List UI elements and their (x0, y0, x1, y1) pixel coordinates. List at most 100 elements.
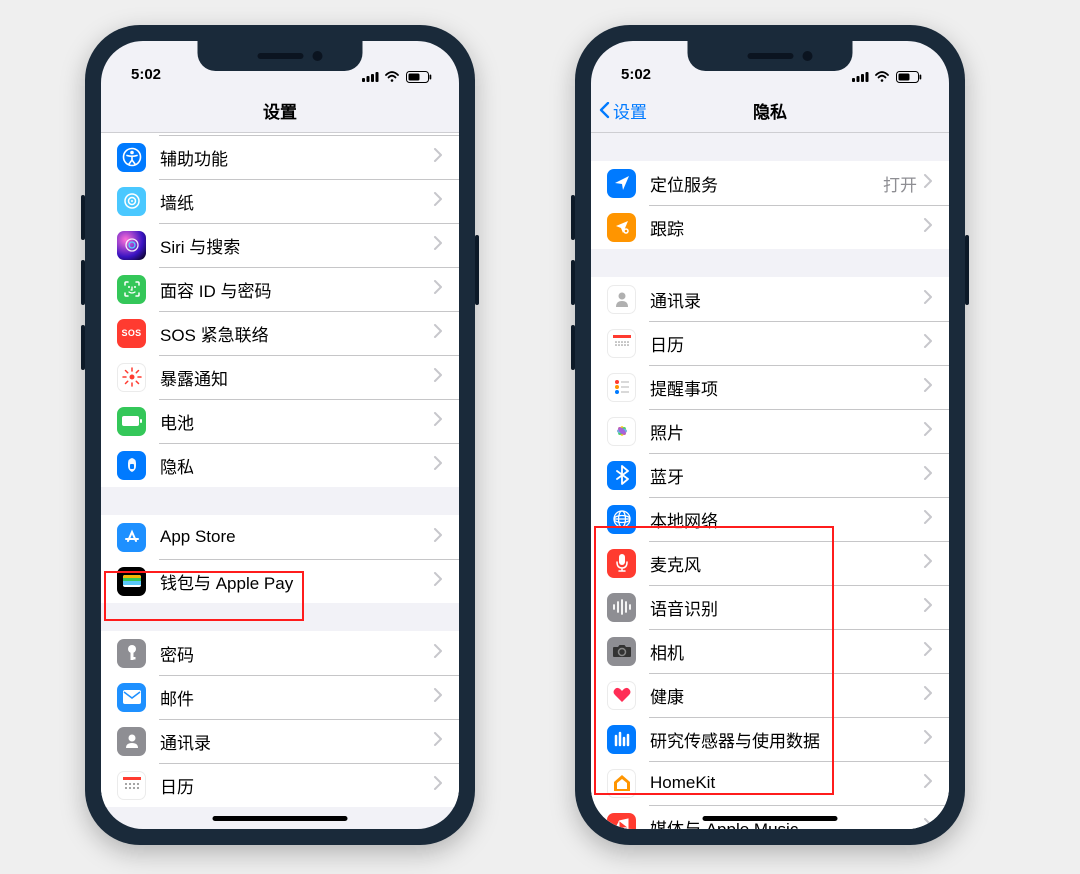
settings-row-bluetooth[interactable]: 蓝牙 (591, 453, 949, 497)
row-label: 定位服务 (650, 171, 883, 196)
appstore-icon (117, 523, 146, 552)
settings-row-homekit[interactable]: HomeKit (591, 761, 949, 805)
settings-row-battery[interactable]: 电池 (101, 399, 459, 443)
row-label: 麦克风 (650, 551, 923, 576)
wallet-icon (117, 567, 146, 596)
mic-icon (607, 549, 636, 578)
chevron-right-icon (923, 554, 933, 573)
chevron-right-icon (433, 236, 443, 255)
row-label: 日历 (160, 773, 433, 798)
siri-icon (117, 231, 146, 260)
battery-icon (406, 71, 433, 83)
settings-row-exposure[interactable]: 暴露通知 (101, 355, 459, 399)
chevron-right-icon (433, 324, 443, 343)
row-label: 蓝牙 (650, 463, 923, 488)
row-label: 电池 (160, 409, 433, 434)
media-icon (607, 813, 636, 830)
chevron-right-icon (923, 174, 933, 193)
settings-row-appstore[interactable]: App Store (101, 515, 459, 559)
chevron-left-icon (599, 102, 611, 119)
contacts2-icon (607, 285, 636, 314)
settings-row-photos[interactable]: 照片 (591, 409, 949, 453)
settings-row-reminders[interactable]: 提醒事项 (591, 365, 949, 409)
mail-icon (117, 683, 146, 712)
settings-row-contacts[interactable]: 通讯录 (101, 719, 459, 763)
chevron-right-icon (923, 730, 933, 749)
chevron-right-icon (923, 818, 933, 830)
settings-row-wallet[interactable]: 钱包与 Apple Pay (101, 559, 459, 603)
settings-row-siri[interactable]: Siri 与搜索 (101, 223, 459, 267)
page-title: 设置 (263, 98, 297, 123)
wifi-icon (875, 71, 891, 83)
settings-row-sos[interactable]: SOSSOS 紧急联络 (101, 311, 459, 355)
row-label: 面容 ID 与密码 (160, 277, 433, 302)
row-label: 密码 (160, 641, 433, 666)
settings-row-tracking[interactable]: 跟踪 (591, 205, 949, 249)
battery-icon (117, 407, 146, 436)
localnet-icon (607, 505, 636, 534)
contacts-icon (117, 727, 146, 756)
row-label: 语音识别 (650, 595, 923, 620)
battery-icon (896, 71, 923, 83)
research-icon (607, 725, 636, 754)
settings-row-camera[interactable]: 相机 (591, 629, 949, 673)
chevron-right-icon (433, 644, 443, 663)
phone-notch (198, 41, 363, 71)
privacy-icon (117, 451, 146, 480)
wallpaper-icon (117, 187, 146, 216)
settings-row-localnet[interactable]: 本地网络 (591, 497, 949, 541)
wifi-icon (385, 71, 401, 83)
reminders-icon (607, 373, 636, 402)
settings-row-access[interactable]: 辅助功能 (101, 135, 459, 179)
row-label: 邮件 (160, 685, 433, 710)
phone-notch (688, 41, 853, 71)
settings-row-location[interactable]: 定位服务打开 (591, 161, 949, 205)
row-label: 相机 (650, 639, 923, 664)
speech-icon (607, 593, 636, 622)
settings-row-calendar2[interactable]: 日历 (591, 321, 949, 365)
chevron-right-icon (923, 334, 933, 353)
chevron-right-icon (433, 368, 443, 387)
chevron-right-icon (433, 572, 443, 591)
settings-row-privacy[interactable]: 隐私 (101, 443, 459, 487)
settings-row-calendar[interactable]: 日历 (101, 763, 459, 807)
row-label: 提醒事项 (650, 375, 923, 400)
row-label: 日历 (650, 331, 923, 356)
passwords-icon (117, 639, 146, 668)
settings-row-contacts2[interactable]: 通讯录 (591, 277, 949, 321)
chevron-right-icon (923, 598, 933, 617)
back-button[interactable]: 设置 (599, 98, 647, 123)
cellular-icon (852, 71, 870, 83)
settings-row-wallpaper[interactable]: 墙纸 (101, 179, 459, 223)
chevron-right-icon (923, 290, 933, 309)
home-indicator[interactable] (213, 816, 348, 821)
settings-row-research[interactable]: 研究传感器与使用数据 (591, 717, 949, 761)
camera-icon (607, 637, 636, 666)
settings-row-speech[interactable]: 语音识别 (591, 585, 949, 629)
home-indicator[interactable] (703, 816, 838, 821)
chevron-right-icon (923, 378, 933, 397)
status-time: 5:02 (621, 66, 651, 83)
chevron-right-icon (923, 642, 933, 661)
settings-row-faceid[interactable]: 面容 ID 与密码 (101, 267, 459, 311)
chevron-right-icon (433, 456, 443, 475)
health-icon (607, 681, 636, 710)
chevron-right-icon (433, 148, 443, 167)
row-label: 辅助功能 (160, 145, 433, 170)
nav-bar: 设置 隐私 (591, 89, 949, 133)
settings-row-mail[interactable]: 邮件 (101, 675, 459, 719)
chevron-right-icon (433, 280, 443, 299)
row-label: 隐私 (160, 453, 433, 478)
chevron-right-icon (923, 774, 933, 793)
settings-row-mic[interactable]: 麦克风 (591, 541, 949, 585)
row-label: 钱包与 Apple Pay (160, 569, 433, 594)
phone-settings: 5:02 设置 主屏幕辅助功能墙纸Siri 与搜索面容 ID 与密码SOSSOS… (85, 25, 475, 845)
chevron-right-icon (923, 218, 933, 237)
row-label: Siri 与搜索 (160, 233, 433, 258)
settings-row-passwords[interactable]: 密码 (101, 631, 459, 675)
row-label: 通讯录 (650, 287, 923, 312)
page-title: 隐私 (753, 98, 787, 123)
chevron-right-icon (433, 528, 443, 547)
settings-row-health[interactable]: 健康 (591, 673, 949, 717)
bluetooth-icon (607, 461, 636, 490)
